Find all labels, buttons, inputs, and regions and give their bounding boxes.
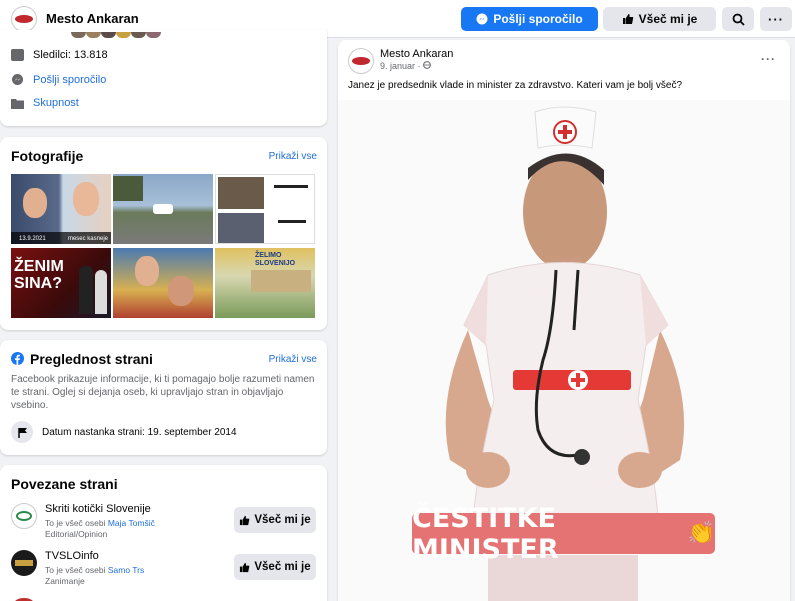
related-page-item: Skriti kotički Slovenije To je všeč oseb… <box>11 503 316 548</box>
photos-see-all-link[interactable]: Prikaži vse <box>269 151 317 162</box>
related-page-liked-by: To je všeč osebi Maja Tomšič <box>45 518 155 528</box>
photo-date-caption: 13.9.2021 <box>19 236 46 242</box>
related-page-like-button[interactable]: Všeč mi je <box>234 554 316 580</box>
flag-icon <box>11 421 33 443</box>
post-image-banner: ČESTITKE MINISTER 👏 <box>412 503 715 565</box>
liked-by-person-link[interactable]: Samo Trs <box>108 565 144 575</box>
like-label: Všeč mi je <box>254 514 311 526</box>
related-pages-card: Povezane strani Skriti kotički Slovenije… <box>0 465 327 601</box>
post-card: Mesto Ankaran 9. januar · ··· Janez je p… <box>338 40 790 601</box>
post-author-avatar[interactable] <box>348 48 374 74</box>
post-options-button[interactable]: ··· <box>761 52 776 66</box>
related-page-liked-by: To je všeč osebi Samo Trs <box>45 565 145 575</box>
banner-text: ČESTITKE MINISTER <box>412 502 559 565</box>
liked-by-person-link[interactable]: Maja Tomšič <box>108 518 155 528</box>
page-title[interactable]: Mesto Ankaran <box>46 11 139 26</box>
send-message-link[interactable]: Pošlji sporočilo <box>33 74 106 86</box>
related-page-avatar[interactable] <box>11 550 37 576</box>
send-message-row[interactable]: Pošlji sporočilo <box>11 73 106 86</box>
category-link[interactable]: Skupnost <box>33 97 79 109</box>
photo-thumbnail[interactable]: ŽENIM SINA? <box>11 248 111 318</box>
photo-grid: 13.9.2021 mesec kasneje ŽENIM SINA? ŽELI… <box>11 174 316 318</box>
transparency-title: Preglednost strani <box>30 351 153 367</box>
page-transparency-card: Preglednost strani Prikaži vse Facebook … <box>0 340 327 455</box>
photo-title-text: ŽENIM SINA? <box>14 258 64 292</box>
related-page-name[interactable]: Skriti kotički Slovenije <box>45 503 151 515</box>
related-page-item: TVSLOinfo To je všeč osebi Samo Trs Zani… <box>11 550 316 595</box>
photos-card: Fotografije Prikaži vse 13.9.2021 mesec … <box>0 137 327 330</box>
like-page-button[interactable]: Všeč mi je <box>603 7 716 31</box>
transparency-description: Facebook prikazuje informacije, ki ti po… <box>11 374 315 411</box>
globe-icon <box>423 61 431 69</box>
photo-thumbnail[interactable]: 13.9.2021 mesec kasneje <box>11 174 111 244</box>
followers-count: Sledilci: 13.818 <box>33 49 108 61</box>
thumbs-up-icon <box>240 562 250 572</box>
creation-date-text: Datum nastanka strani: 19. september 201… <box>42 426 237 438</box>
send-message-label: Pošlji sporočilo <box>493 12 583 26</box>
messenger-icon <box>12 74 23 85</box>
send-message-button[interactable]: Pošlji sporočilo <box>461 7 598 31</box>
photo-thumbnail[interactable] <box>113 248 213 318</box>
more-options-button[interactable]: ··· <box>760 7 792 31</box>
more-icon: ··· <box>768 11 784 27</box>
related-page-name[interactable]: TVSLOinfo <box>45 550 99 562</box>
creation-date-row: Datum nastanka strani: 19. september 201… <box>11 421 237 443</box>
related-page-category: Zanimanje <box>45 576 85 586</box>
check-badge-icon <box>11 49 24 61</box>
category-row: Skupnost <box>11 97 79 109</box>
clapping-hands-icon: 👏 <box>687 521 715 546</box>
post-text: Janez je predsednik vlade in minister za… <box>348 80 683 91</box>
thumbs-up-icon <box>240 515 250 525</box>
photo-label-caption: mesec kasneje <box>67 236 108 242</box>
photos-title: Fotografije <box>11 148 84 164</box>
related-page-category: Editorial/Opinion <box>45 529 108 539</box>
thumbs-up-icon <box>622 14 633 24</box>
messenger-icon <box>476 13 488 25</box>
photo-thumbnail[interactable] <box>215 174 315 244</box>
search-button[interactable] <box>722 7 754 31</box>
photo-thumbnail[interactable]: ŽELIMO SLOVENIJO <box>215 248 315 318</box>
follower-avatars <box>11 32 161 38</box>
transparency-see-all-link[interactable]: Prikaži vse <box>269 354 317 365</box>
followers-row: Sledilci: 13.818 <box>11 49 108 61</box>
facebook-icon <box>11 352 24 365</box>
page-logo[interactable] <box>11 6 37 32</box>
like-label: Všeč mi je <box>638 12 698 26</box>
like-label: Všeč mi je <box>254 561 311 573</box>
post-image[interactable]: ČESTITKE MINISTER 👏 <box>338 100 790 601</box>
photo-thumbnail[interactable] <box>113 174 213 244</box>
search-icon <box>732 13 745 26</box>
related-page-like-button[interactable]: Všeč mi je <box>234 507 316 533</box>
related-page-avatar[interactable] <box>11 503 37 529</box>
photo-billboard-text: ŽELIMO SLOVENIJO <box>255 252 296 267</box>
folder-icon <box>11 99 24 109</box>
post-date[interactable]: 9. januar · <box>380 61 431 71</box>
post-author-name[interactable]: Mesto Ankaran <box>380 48 453 60</box>
related-title: Povezane strani <box>11 476 118 492</box>
about-card: Sledilci: 13.818 Pošlji sporočilo Skupno… <box>0 30 327 126</box>
